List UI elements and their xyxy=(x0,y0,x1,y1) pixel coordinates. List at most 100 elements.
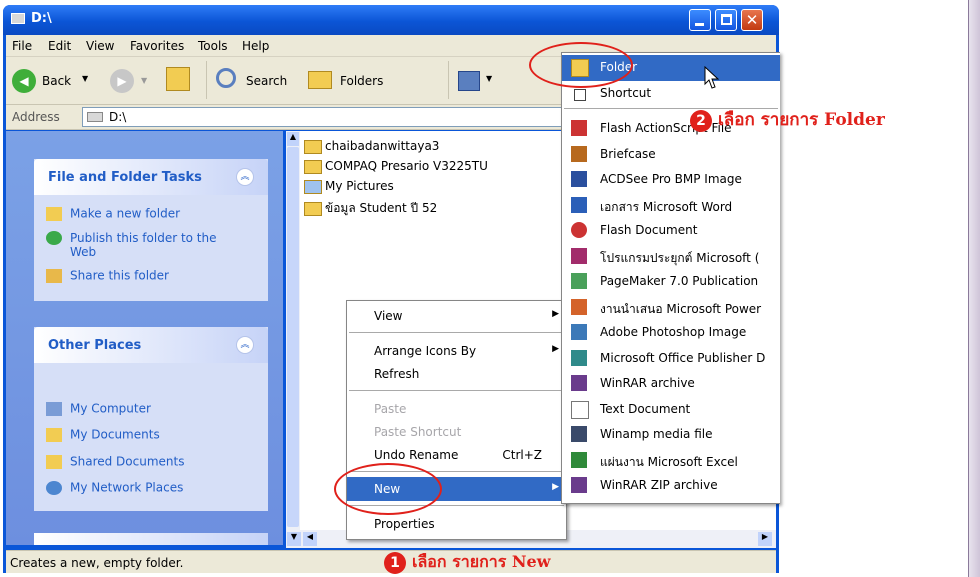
back-dropdown-icon[interactable]: ▼ xyxy=(82,74,88,83)
new-folder-icon xyxy=(46,206,62,221)
submenu-item-excel[interactable]: แผ่นงาน Microsoft Excel xyxy=(562,448,780,474)
submenu-item-winrar-zip[interactable]: WinRAR ZIP archive xyxy=(562,473,780,499)
file-folder-tasks-header[interactable]: File and Folder Tasks ︽ xyxy=(34,159,268,195)
views-button[interactable]: ▼ xyxy=(456,69,500,93)
file-item[interactable]: chaibadanwittaya3 xyxy=(304,139,439,154)
submenu-item-access[interactable]: โปรแกรมประยุกต์ Microsoft ( xyxy=(562,244,780,270)
title-bar[interactable]: D:\ ✕ xyxy=(3,5,779,35)
submenu-item-photoshop[interactable]: Adobe Photoshop Image xyxy=(562,320,780,346)
folders-button[interactable]: Folders xyxy=(306,67,406,95)
submenu-label: โปรแกรมประยุกต์ Microsoft ( xyxy=(600,250,760,265)
submenu-item-briefcase[interactable]: Briefcase xyxy=(562,142,780,168)
scroll-down-icon[interactable]: ▼ xyxy=(287,532,301,546)
menu-item-shortcut: Ctrl+Z xyxy=(502,448,542,462)
drive-icon xyxy=(11,13,25,24)
menu-favorites[interactable]: Favorites xyxy=(130,39,184,53)
menu-item-refresh[interactable]: Refresh xyxy=(347,362,566,386)
menu-item-arrange-icons[interactable]: Arrange Icons By ▶ xyxy=(347,339,566,363)
back-button[interactable]: ◀ Back ▼ xyxy=(10,67,92,95)
bmp-image-icon xyxy=(571,171,587,187)
winamp-icon xyxy=(571,426,587,442)
up-folder-button[interactable] xyxy=(166,67,190,91)
task-label: Make a new folder xyxy=(70,206,181,221)
place-my-network[interactable]: My Network Places xyxy=(46,480,183,495)
maximize-icon xyxy=(721,14,732,25)
menu-item-label: View xyxy=(374,309,403,323)
collapse-icon[interactable]: ︽ xyxy=(236,336,254,354)
vertical-scrollbar[interactable]: ▲ xyxy=(286,131,300,545)
scroll-left-icon[interactable]: ◀ xyxy=(303,532,317,546)
step-number-badge: 2 xyxy=(690,109,712,132)
submenu-item-bmp-image[interactable]: ACDSee Pro BMP Image xyxy=(562,167,780,193)
shared-documents-icon xyxy=(46,454,62,469)
menu-view[interactable]: View xyxy=(86,39,114,53)
scroll-thumb[interactable] xyxy=(287,147,299,527)
menu-item-properties[interactable]: Properties xyxy=(347,512,566,536)
submenu-item-publisher[interactable]: Microsoft Office Publisher D xyxy=(562,346,780,372)
close-icon: ✕ xyxy=(745,11,759,29)
menu-tools[interactable]: Tools xyxy=(198,39,228,53)
submenu-label: เอกสาร Microsoft Word xyxy=(600,199,733,214)
window-title: D:\ xyxy=(31,11,52,26)
file-name: COMPAQ Presario V3225TU xyxy=(325,159,488,173)
submenu-item-winamp[interactable]: Winamp media file xyxy=(562,422,780,448)
forward-button[interactable]: ▶ xyxy=(110,69,134,93)
file-item[interactable]: COMPAQ Presario V3225TU xyxy=(304,159,488,174)
menu-item-paste[interactable]: Paste xyxy=(347,397,566,421)
task-share-folder[interactable]: Share this folder xyxy=(46,268,169,283)
other-places-header[interactable]: Other Places ︽ xyxy=(34,327,268,363)
menu-help[interactable]: Help xyxy=(242,39,269,53)
toolbar-separator xyxy=(206,61,207,99)
other-places-panel: Other Places ︽ My Computer My Documents … xyxy=(34,327,268,511)
annotation-step-2: 2 เลือก รายการ Folder xyxy=(690,106,885,133)
menu-edit[interactable]: Edit xyxy=(48,39,71,53)
submenu-item-winrar[interactable]: WinRAR archive xyxy=(562,371,780,397)
file-item[interactable]: ข้อมูล Student ปี 52 xyxy=(304,199,437,218)
close-button[interactable]: ✕ xyxy=(741,9,763,31)
task-publish-folder[interactable]: Publish this folder to the Web xyxy=(46,231,246,259)
submenu-item-flash-document[interactable]: Flash Document xyxy=(562,218,780,244)
submenu-label: แผ่นงาน Microsoft Excel xyxy=(600,454,738,469)
submenu-label: Text Document xyxy=(600,401,691,416)
submenu-label: PageMaker 7.0 Publication xyxy=(600,274,759,288)
scroll-up-icon[interactable]: ▲ xyxy=(287,132,299,146)
folders-label: Folders xyxy=(340,74,384,88)
briefcase-icon xyxy=(571,145,587,162)
place-shared-documents[interactable]: Shared Documents xyxy=(46,454,184,469)
annotation-text: เลือก รายการ New xyxy=(412,552,551,571)
menu-separator xyxy=(349,332,564,333)
winrar-icon xyxy=(571,375,587,391)
collapse-icon[interactable]: ︽ xyxy=(236,168,254,186)
powerpoint-icon xyxy=(571,298,587,315)
file-name: chaibadanwittaya3 xyxy=(325,139,440,153)
scroll-right-icon[interactable]: ▶ xyxy=(758,532,772,546)
place-my-documents[interactable]: My Documents xyxy=(46,427,160,442)
submenu-label: Winamp media file xyxy=(600,427,713,441)
collapsed-panel[interactable] xyxy=(34,533,268,545)
submenu-item-text[interactable]: Text Document xyxy=(562,397,780,423)
maximize-button[interactable] xyxy=(715,9,737,31)
place-my-computer[interactable]: My Computer xyxy=(46,401,151,416)
photoshop-icon xyxy=(571,324,587,340)
menu-item-label: Arrange Icons By xyxy=(374,344,477,358)
menu-file[interactable]: File xyxy=(12,39,32,53)
submenu-item-powerpoint[interactable]: งานนำเสนอ Microsoft Power xyxy=(562,295,780,321)
flash-actionscript-icon xyxy=(571,120,587,136)
file-item[interactable]: My Pictures xyxy=(304,179,394,194)
highlight-circle-folder xyxy=(529,42,633,88)
my-documents-icon xyxy=(46,427,62,442)
network-places-icon xyxy=(46,480,62,495)
place-label: My Network Places xyxy=(70,480,184,495)
submenu-arrow-icon: ▶ xyxy=(552,344,559,354)
submenu-item-pagemaker[interactable]: PageMaker 7.0 Publication xyxy=(562,269,780,295)
minimize-button[interactable] xyxy=(689,9,711,31)
menu-item-view[interactable]: View ▶ xyxy=(347,304,566,328)
task-make-new-folder[interactable]: Make a new folder xyxy=(46,206,180,221)
search-button[interactable]: Search xyxy=(214,67,298,95)
forward-dropdown-icon[interactable]: ▼ xyxy=(141,76,147,85)
step-number-badge: 1 xyxy=(384,551,406,574)
winrar-zip-icon xyxy=(571,477,587,493)
menu-item-paste-shortcut[interactable]: Paste Shortcut xyxy=(347,420,566,444)
my-computer-icon xyxy=(46,401,62,416)
submenu-item-word[interactable]: เอกสาร Microsoft Word xyxy=(562,193,780,219)
